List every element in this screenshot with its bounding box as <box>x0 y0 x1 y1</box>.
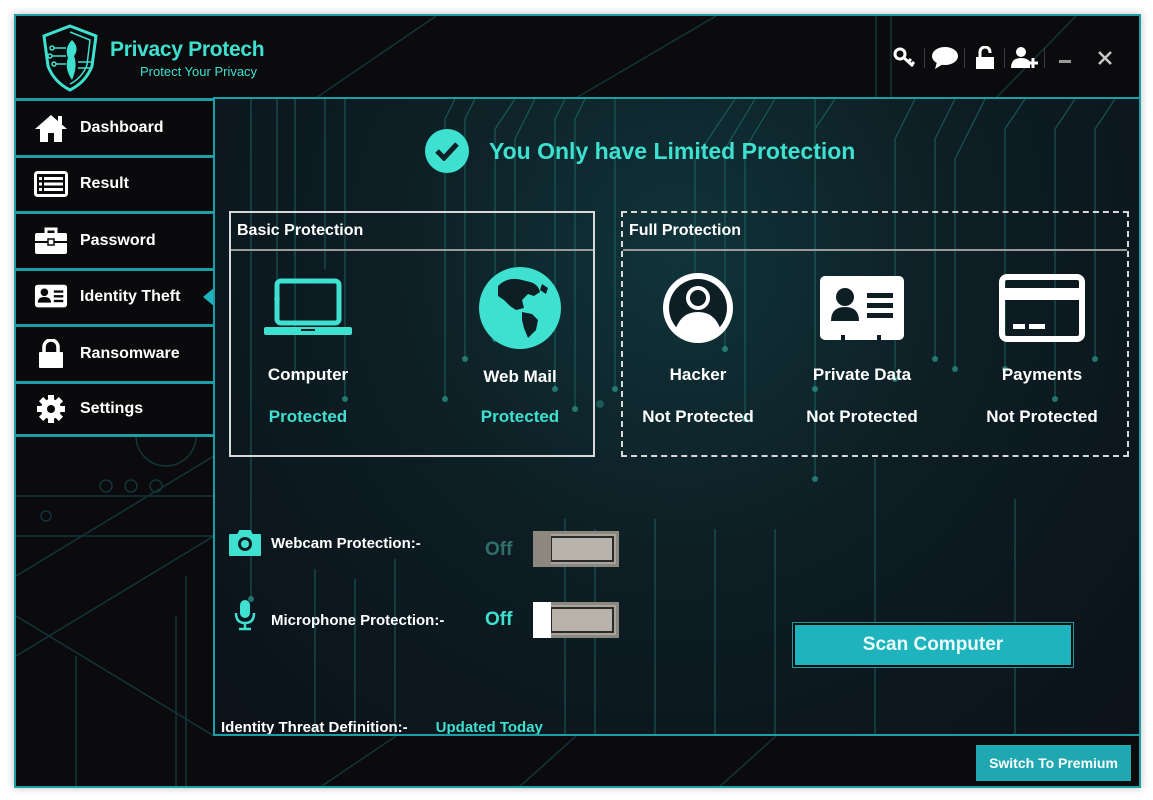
check-circle-icon <box>425 129 469 173</box>
feature-hacker: Hacker Not Protected <box>623 265 773 427</box>
status-message: You Only have Limited Protection <box>489 137 856 164</box>
toggle-knob <box>533 602 551 638</box>
toggle-knob <box>533 531 551 567</box>
briefcase-icon <box>34 225 68 257</box>
add-user-icon <box>1011 47 1038 68</box>
feature-status: Not Protected <box>806 407 918 426</box>
unlock-button[interactable] <box>965 42 1005 74</box>
webcam-toggle-state: Off <box>485 539 513 560</box>
webcam-protection-row: Webcam Protection:- <box>227 529 421 557</box>
toggle-track <box>550 607 614 633</box>
feature-name: Web Mail <box>483 367 557 386</box>
microphone-icon <box>227 599 263 631</box>
group-title: Full Protection <box>623 213 1127 251</box>
toggle-label: Webcam Protection:- <box>271 534 421 552</box>
key-icon <box>893 47 916 68</box>
sidebar-item-result[interactable]: Result <box>16 154 214 211</box>
protection-status: You Only have Limited Protection <box>425 129 855 173</box>
credit-card-icon <box>967 265 1117 351</box>
sidebar-item-label: Ransomware <box>80 344 180 362</box>
title-bar: Privacy Protech Protect Your Privacy <box>16 16 1139 98</box>
close-button[interactable] <box>1085 42 1125 74</box>
toggle-track <box>550 536 614 562</box>
basic-protection-group: Basic Protection Computer Protected Web … <box>229 211 595 457</box>
chat-button[interactable] <box>925 42 965 74</box>
chat-icon <box>932 47 958 69</box>
key-button[interactable] <box>885 42 925 74</box>
list-icon <box>34 168 68 200</box>
group-title: Basic Protection <box>231 213 593 251</box>
main-panel: You Only have Limited Protection Basic P… <box>213 97 1139 736</box>
user-circle-icon <box>623 265 773 351</box>
sidebar-item-ransomware[interactable]: Ransomware <box>16 324 214 381</box>
feature-web-mail: Web Mail Protected <box>445 265 595 427</box>
window-controls <box>885 42 1125 74</box>
id-card-icon <box>787 265 937 351</box>
definition-value: Updated Today <box>435 719 543 736</box>
feature-status: Protected <box>480 407 560 426</box>
id-card-icon <box>34 281 68 313</box>
app-title: Privacy Protech <box>110 38 265 61</box>
camera-icon <box>227 529 263 557</box>
webcam-toggle[interactable] <box>533 531 619 567</box>
sidebar-item-label: Identity Theft <box>80 288 181 306</box>
home-icon <box>34 112 68 144</box>
sidebar-item-label: Result <box>80 175 129 193</box>
feature-name: Payments <box>1001 365 1083 384</box>
microphone-toggle[interactable] <box>533 602 619 638</box>
microphone-toggle-state: Off <box>485 609 513 630</box>
app-subtitle: Protect Your Privacy <box>140 64 258 79</box>
sidebar-item-label: Settings <box>80 399 144 417</box>
globe-icon <box>445 265 595 351</box>
lock-icon <box>34 338 68 370</box>
unlock-icon <box>976 46 994 69</box>
feature-name: Private Data <box>812 365 912 384</box>
sidebar: Dashboard Result Password Identity Theft… <box>16 98 214 437</box>
sidebar-item-settings[interactable]: Settings <box>16 380 214 437</box>
sidebar-item-dashboard[interactable]: Dashboard <box>16 98 214 155</box>
feature-status: Not Protected <box>642 407 754 426</box>
minimize-icon <box>1059 60 1071 63</box>
feature-name: Computer <box>267 365 349 384</box>
microphone-protection-row: Microphone Protection:- <box>227 599 444 631</box>
sidebar-item-identity-theft[interactable]: Identity Theft <box>16 267 214 324</box>
app-window: Privacy Protech Protect Your Privacy Das… <box>14 14 1141 788</box>
sidebar-item-password[interactable]: Password <box>16 211 214 268</box>
add-user-button[interactable] <box>1005 42 1045 74</box>
feature-private-data: Private Data Not Protected <box>787 265 937 427</box>
logo-icon <box>42 24 98 92</box>
threat-definition: Identity Threat Definition:- Updated Tod… <box>221 719 543 736</box>
feature-status: Protected <box>268 407 348 426</box>
full-protection-group: Full Protection Hacker Not Protected Pri… <box>621 211 1129 457</box>
definition-label: Identity Threat Definition:- <box>221 719 408 736</box>
feature-name: Hacker <box>669 365 727 384</box>
switch-to-premium-button[interactable]: Switch To Premium <box>976 745 1131 781</box>
laptop-icon <box>233 265 383 351</box>
scan-computer-button[interactable]: Scan Computer <box>793 623 1073 667</box>
gear-icon <box>34 393 68 425</box>
close-icon <box>1098 51 1112 65</box>
feature-status: Not Protected <box>986 407 1098 426</box>
sidebar-item-label: Dashboard <box>80 118 164 136</box>
toggle-label: Microphone Protection:- <box>271 611 445 629</box>
minimize-button[interactable] <box>1045 42 1085 74</box>
sidebar-item-label: Password <box>80 231 156 249</box>
feature-computer: Computer Protected <box>233 265 383 427</box>
feature-payments: Payments Not Protected <box>967 265 1117 427</box>
